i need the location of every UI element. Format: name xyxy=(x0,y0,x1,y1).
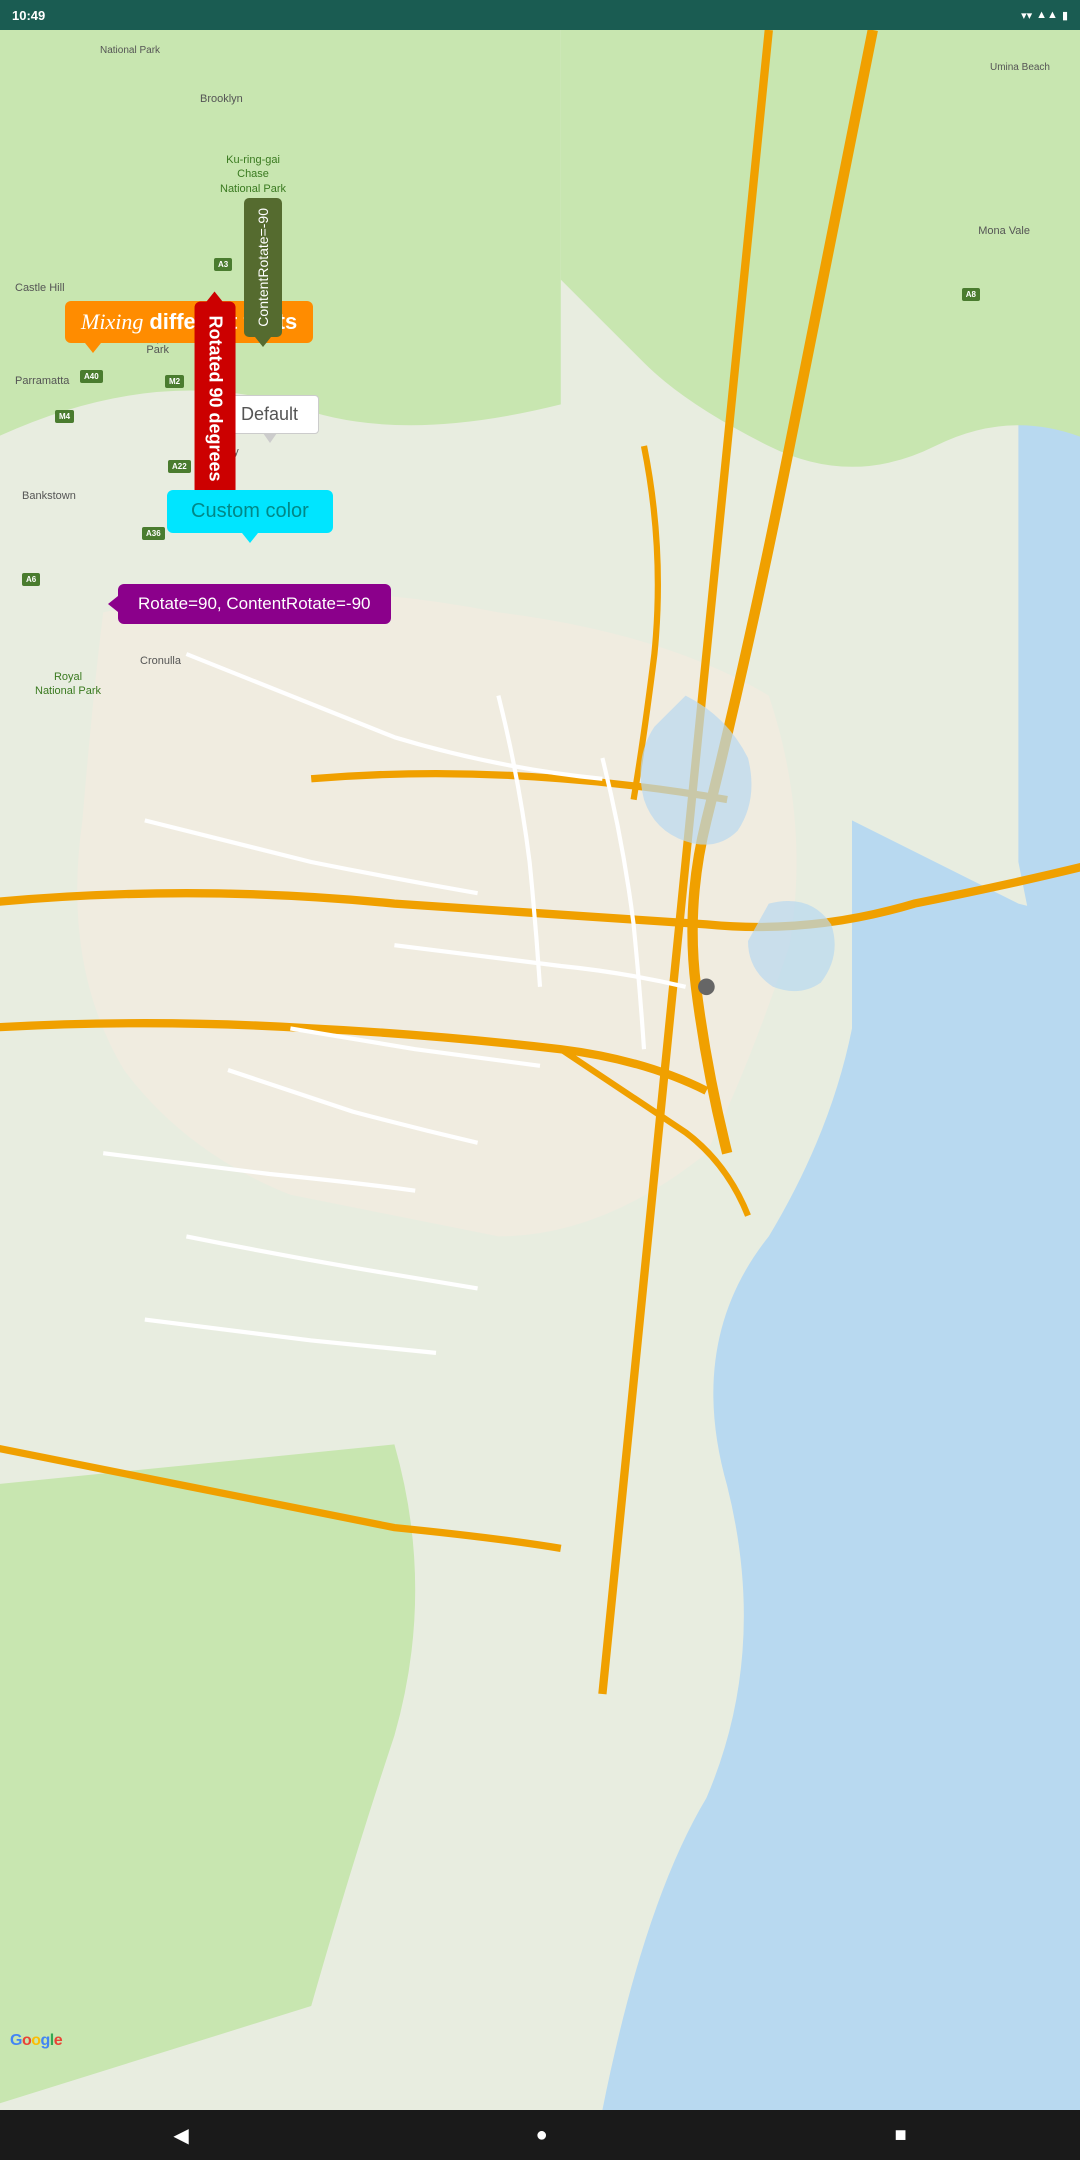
signal-icon: ▲▲ xyxy=(1036,9,1058,21)
battery-icon: ▮ xyxy=(1062,9,1068,22)
google-g2: g xyxy=(41,2032,50,2049)
content-rotate-text: ContentRotate=-90 xyxy=(255,208,271,327)
google-o2: o xyxy=(31,2032,40,2049)
recents-button[interactable]: ■ xyxy=(894,2124,906,2147)
google-e: e xyxy=(54,2032,62,2049)
wifi-icon: ▾▾ xyxy=(1021,9,1032,22)
map-container[interactable]: National Park Umina Beach Brooklyn Ku-ri… xyxy=(0,30,1080,2110)
label-rotated-90: Rotated 90 degrees xyxy=(195,301,236,495)
nav-bar: ◀ ● ■ xyxy=(0,2110,1080,2160)
google-g: G xyxy=(10,2032,22,2049)
rotate-content-text: Rotate=90, ContentRotate=-90 xyxy=(138,594,371,613)
status-bar: 10:49 ▾▾ ▲▲ ▮ xyxy=(0,0,1080,30)
google-logo: Google xyxy=(10,2032,62,2050)
google-o1: o xyxy=(22,2032,31,2049)
label-content-rotate: ContentRotate=-90 xyxy=(244,198,282,337)
default-text: Default xyxy=(241,404,298,424)
label-rotate-content-rotate: Rotate=90, ContentRotate=-90 xyxy=(118,584,391,624)
status-time: 10:49 xyxy=(12,8,45,23)
custom-color-text: Custom color xyxy=(191,500,309,522)
mixing-italic-word: Mixing xyxy=(81,309,143,335)
rotated-text: Rotated 90 degrees xyxy=(206,315,226,481)
status-icons: ▾▾ ▲▲ ▮ xyxy=(1021,9,1068,22)
home-button[interactable]: ● xyxy=(536,2124,548,2147)
label-custom-color: Custom color xyxy=(167,490,333,533)
back-button[interactable]: ◀ xyxy=(173,2123,188,2148)
map-overlay: Mixing different fonts ContentRotate=-90… xyxy=(0,30,1080,2110)
